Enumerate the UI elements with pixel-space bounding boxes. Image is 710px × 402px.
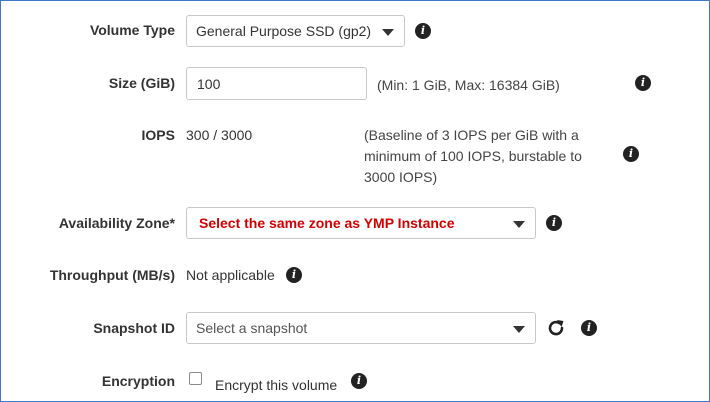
- size-hint: (Min: 1 GiB, Max: 16384 GiB): [377, 77, 560, 93]
- throughput-label: Throughput (MB/s): [49, 267, 175, 283]
- iops-value: 300 / 3000: [186, 127, 253, 143]
- iops-hint-line: (Baseline of 3 IOPS per GiB with a: [364, 127, 579, 143]
- snapshot-placeholder: Select a snapshot: [196, 320, 308, 336]
- caret-down-icon: [513, 221, 525, 228]
- encrypt-checkbox-label[interactable]: Encrypt this volume: [215, 377, 337, 393]
- iops-label: IOPS: [141, 127, 175, 143]
- iops-hint-line: 3000 IOPS): [364, 169, 438, 185]
- availability-zone-value: Select the same zone as YMP Instance: [199, 215, 455, 231]
- encrypt-checkbox[interactable]: [189, 372, 202, 385]
- info-icon[interactable]: i: [415, 23, 431, 39]
- caret-down-icon: [513, 326, 525, 333]
- refresh-icon[interactable]: [546, 318, 566, 338]
- availability-zone-label: Availability Zone*: [58, 215, 175, 231]
- iops-hint: (Baseline of 3 IOPS per GiB with a minim…: [364, 125, 582, 188]
- volume-type-value: General Purpose SSD (gp2): [196, 23, 372, 39]
- throughput-value: Not applicable: [186, 267, 275, 283]
- availability-zone-select[interactable]: Select the same zone as YMP Instance: [186, 207, 536, 239]
- encryption-label: Encryption: [101, 373, 175, 389]
- volume-type-select[interactable]: General Purpose SSD (gp2): [186, 15, 405, 47]
- snapshot-label: Snapshot ID: [93, 320, 175, 336]
- iops-hint-line: minimum of 100 IOPS, burstable to: [364, 148, 582, 164]
- size-input[interactable]: [186, 67, 367, 100]
- snapshot-select[interactable]: Select a snapshot: [186, 312, 536, 344]
- size-label: Size (GiB): [108, 75, 175, 91]
- info-icon[interactable]: i: [581, 320, 597, 336]
- info-icon[interactable]: i: [546, 215, 562, 231]
- caret-down-icon: [382, 29, 394, 36]
- info-icon[interactable]: i: [286, 267, 302, 283]
- info-icon[interactable]: i: [351, 373, 367, 389]
- info-icon[interactable]: i: [635, 75, 651, 91]
- form-panel: Volume Type General Purpose SSD (gp2) i …: [0, 0, 710, 402]
- volume-type-label: Volume Type: [89, 22, 175, 38]
- info-icon[interactable]: i: [623, 146, 639, 162]
